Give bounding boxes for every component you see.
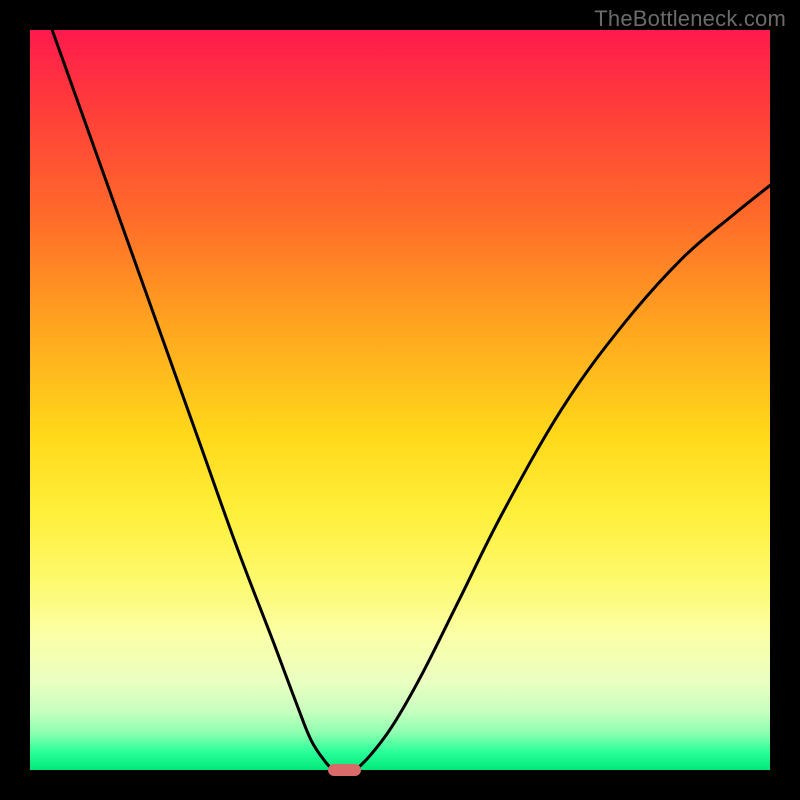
left-curve — [52, 30, 333, 770]
watermark-text: TheBottleneck.com — [594, 6, 786, 32]
bottleneck-curves — [30, 30, 770, 770]
optimal-marker — [328, 764, 361, 776]
plot-area — [30, 30, 770, 770]
right-curve — [356, 185, 770, 770]
chart-frame: TheBottleneck.com — [0, 0, 800, 800]
